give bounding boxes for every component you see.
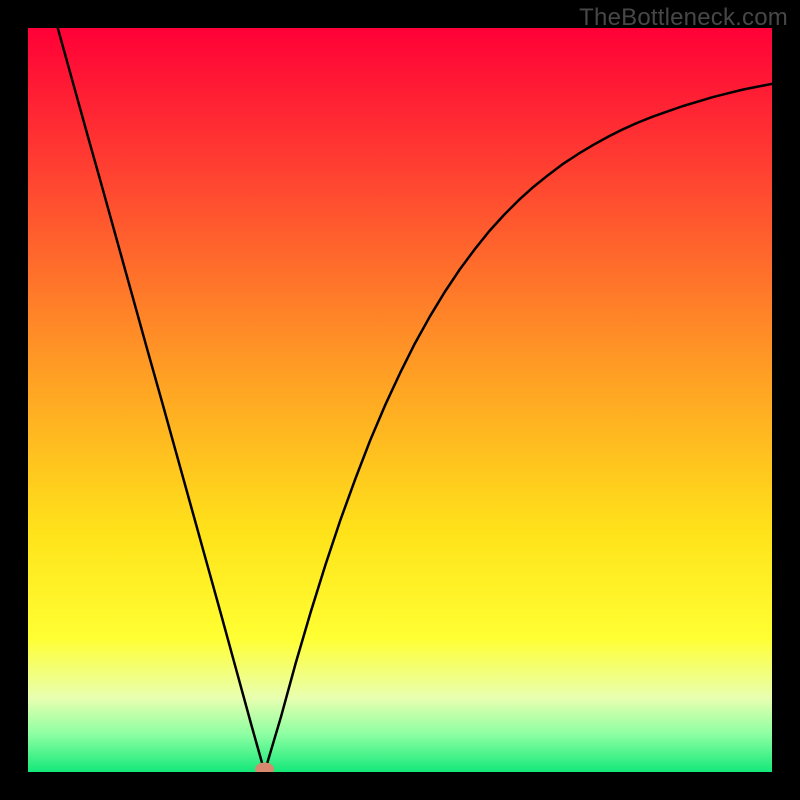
- chart-frame: TheBottleneck.com: [0, 0, 800, 800]
- plot-area: [28, 28, 772, 772]
- optimum-marker: [256, 763, 274, 772]
- watermark-text: TheBottleneck.com: [579, 4, 788, 32]
- gradient-background: [28, 28, 772, 772]
- chart-svg: [28, 28, 772, 772]
